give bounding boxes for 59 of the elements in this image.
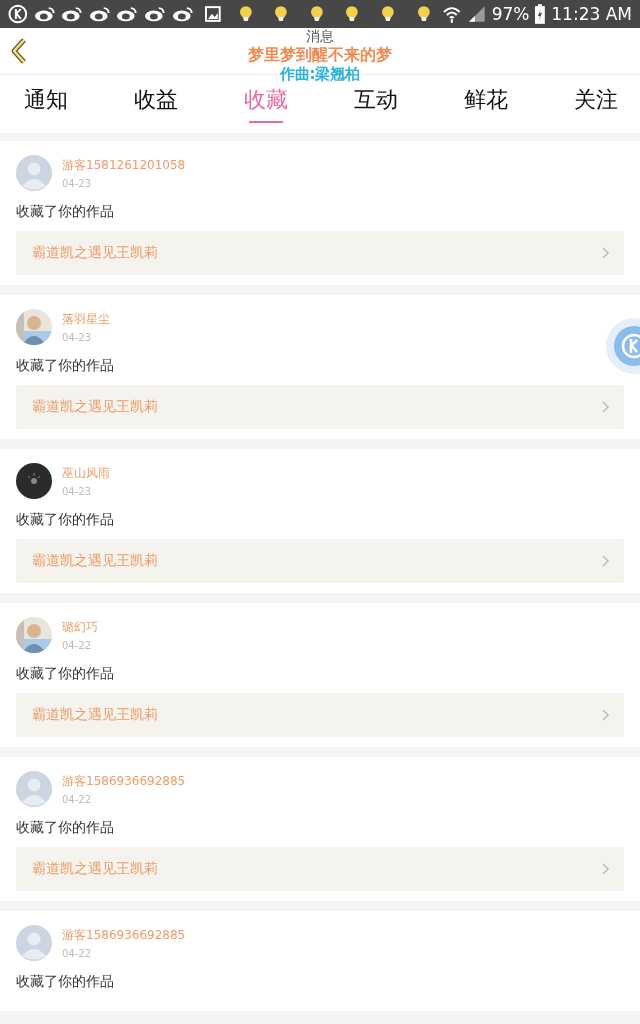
chevron-right-icon [602,863,610,875]
page-title: 消息 [305,28,335,44]
action-text: 收藏了你的作品 [16,203,115,221]
chevron-right-icon [602,401,610,413]
date: 04-22 [62,948,93,959]
user-name[interactable]: 游客1581261201058 [62,157,186,174]
work-link[interactable]: 霸道凯之遇见王凯莉 [16,847,624,891]
action-text: 收藏了你的作品 [16,665,115,683]
battery-icon [535,4,546,24]
action-text: 收藏了你的作品 [16,973,115,991]
date: 04-23 [62,178,93,189]
work-link[interactable]: 霸道凯之遇见王凯莉 [16,693,624,737]
image-icon [205,6,221,22]
user-name[interactable]: 璐幻巧 [62,619,98,636]
lightbulb-icon [416,6,431,22]
date: 04-22 [62,794,93,805]
lyrics-credit: 作曲:梁翘柏 [279,65,361,83]
work-link[interactable]: 霸道凯之遇见王凯莉 [16,385,624,429]
weibo-icon [88,6,111,22]
tab[interactable]: 关注 [574,75,618,133]
lightbulb-icon [274,6,289,22]
weibo-icon [171,6,194,22]
chevron-right-icon [602,709,610,721]
k-app-icon [8,4,28,24]
lightbulb-icon [345,6,360,22]
date: 04-23 [62,332,93,343]
avatar-icon [16,463,52,499]
tab[interactable]: 鲜花 [464,75,508,133]
chevron-right-icon [602,247,610,259]
action-text: 收藏了你的作品 [16,819,115,837]
battery-percent: 97% [491,4,530,24]
chevron-right-icon [602,555,610,567]
weibo-icon [116,6,138,22]
weibo-icon [61,6,83,22]
lightbulb-icon [238,6,253,22]
user-name[interactable]: 落羽星尘 [62,311,110,328]
avatar-icon [16,771,52,807]
action-text: 收藏了你的作品 [16,511,115,529]
tab[interactable]: 通知 [24,75,68,133]
date: 04-23 [62,486,93,497]
wifi-icon [442,4,462,24]
lyrics-line: 梦里梦到醒不来的梦 [248,45,392,64]
avatar-icon [16,925,52,961]
work-link[interactable]: 霸道凯之遇见王凯莉 [16,231,624,275]
action-text: 收藏了你的作品 [16,357,115,375]
lightbulb-icon [309,6,324,22]
user-name[interactable]: 巫山风雨 [62,465,110,482]
clock: 11:23 AM [551,4,632,24]
weibo-icon [33,6,56,22]
work-link[interactable]: 霸道凯之遇见王凯莉 [16,539,624,583]
user-name[interactable]: 游客1586936692885 [62,773,186,790]
tab[interactable]: 收益 [134,75,178,133]
back-icon[interactable] [10,37,28,65]
lightbulb-icon [381,6,395,22]
user-name[interactable]: 游客1586936692885 [62,927,186,944]
weibo-icon [144,6,166,22]
date: 04-22 [62,640,93,651]
avatar-icon [16,155,52,191]
signal-icon [468,5,486,23]
